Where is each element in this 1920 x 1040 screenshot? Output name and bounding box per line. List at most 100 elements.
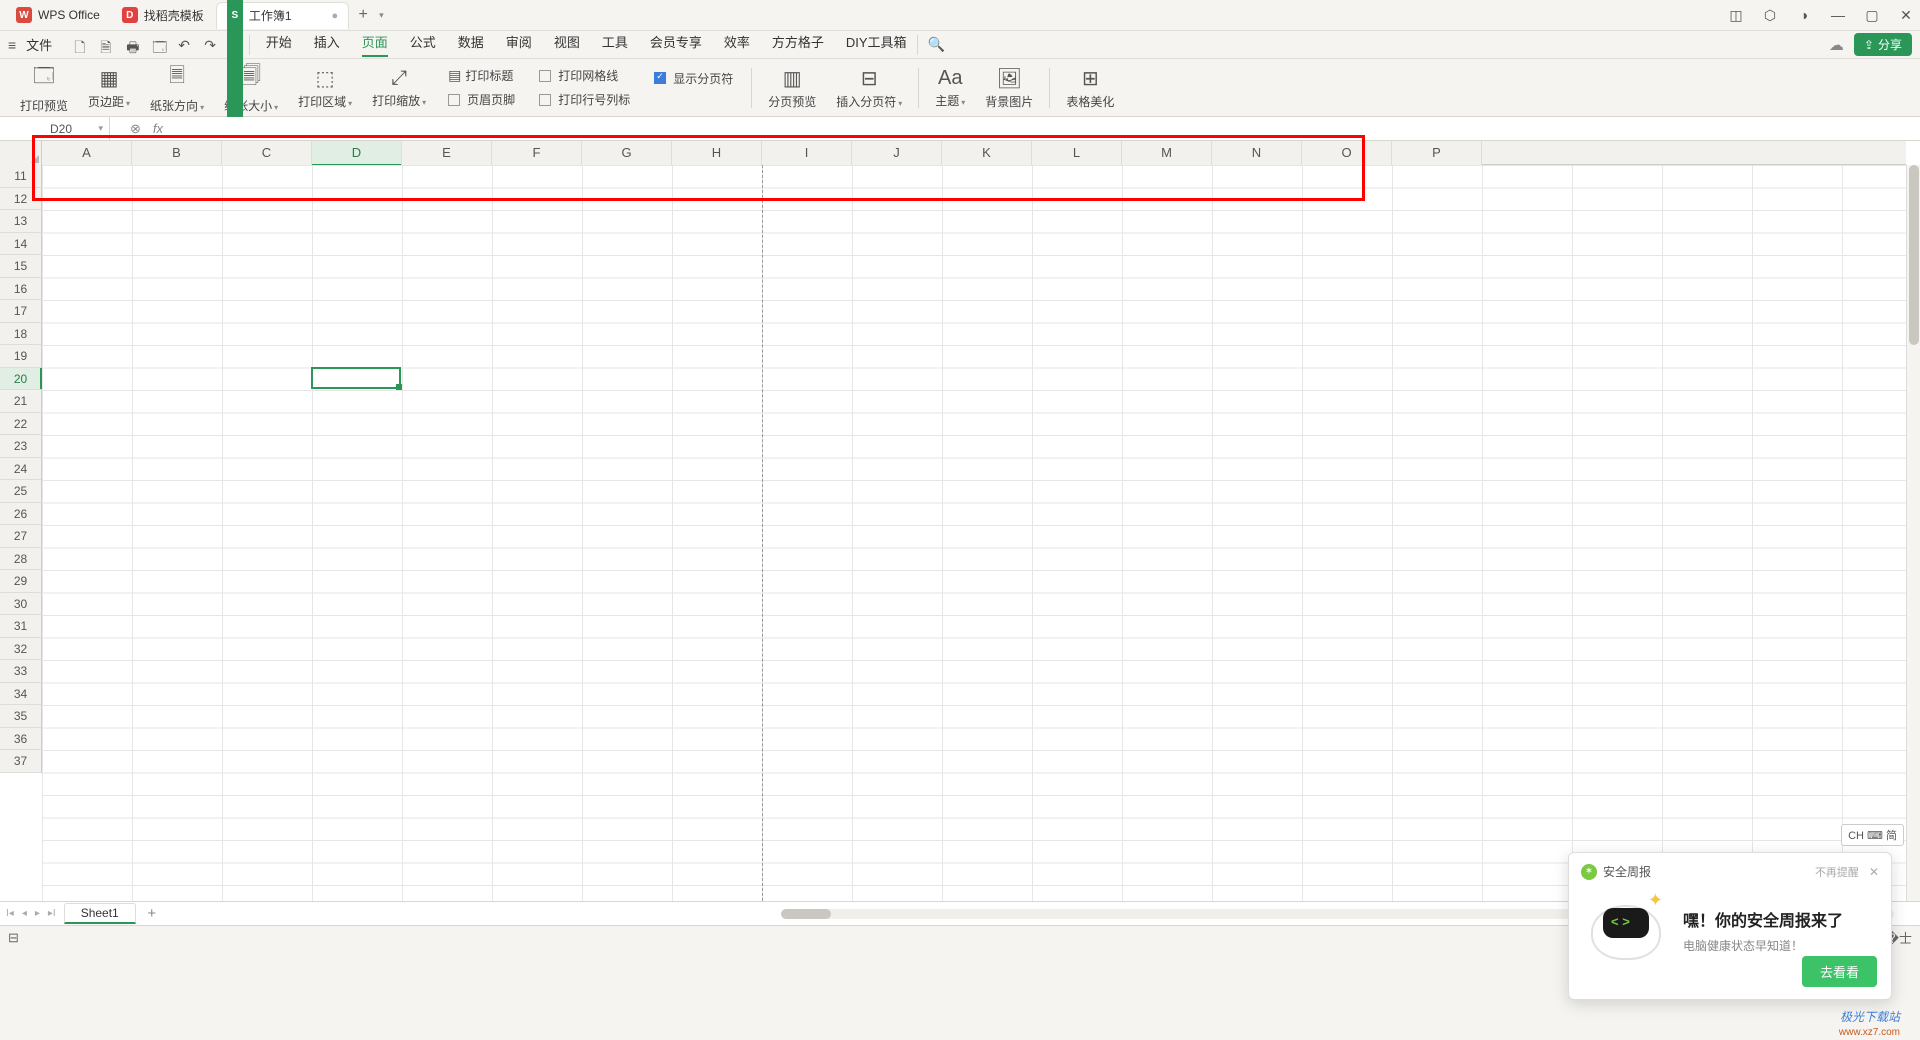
ribbon-tab-11[interactable]: DIY工具箱: [846, 32, 907, 57]
maximize-icon[interactable]: ▢: [1864, 7, 1880, 23]
search-icon[interactable]: 🔍: [928, 36, 945, 53]
vertical-scrollbar[interactable]: [1906, 165, 1920, 901]
ribbon-tab-5[interactable]: 审阅: [506, 32, 532, 57]
col-header-D[interactable]: D: [312, 141, 402, 165]
row-header-33[interactable]: 33: [0, 660, 41, 683]
col-header-B[interactable]: B: [132, 141, 222, 165]
col-header-N[interactable]: N: [1212, 141, 1302, 165]
tab-workbook[interactable]: S 工作簿1 ●: [216, 2, 349, 29]
ribbon-tab-9[interactable]: 效率: [724, 32, 750, 57]
popup-action-button[interactable]: 去看看: [1802, 956, 1877, 987]
undo-icon[interactable]: ↶: [178, 37, 194, 53]
user-avatar-icon[interactable]: ◑: [1796, 7, 1812, 23]
add-sheet-button[interactable]: +: [142, 905, 162, 922]
row-header-23[interactable]: 23: [0, 435, 41, 458]
row-header-24[interactable]: 24: [0, 458, 41, 481]
ribbon-tab-1[interactable]: 插入: [314, 32, 340, 57]
row-header-20[interactable]: 20: [0, 368, 41, 391]
print-scale-button[interactable]: ⤢打印缩放▾: [362, 67, 436, 109]
new-tab-button[interactable]: +: [351, 6, 375, 24]
window-snap-icon[interactable]: ◫: [1728, 7, 1744, 23]
theme-button[interactable]: Aa主题▾: [925, 67, 975, 109]
fx-icon[interactable]: fx: [153, 121, 163, 136]
ribbon-tab-3[interactable]: 公式: [410, 32, 436, 57]
sheet-nav-first[interactable]: I◂: [6, 908, 14, 919]
row-header-34[interactable]: 34: [0, 683, 41, 706]
save-icon[interactable]: 🗋: [74, 37, 90, 53]
grid[interactable]: [42, 165, 1906, 901]
sheet-tab[interactable]: Sheet1: [64, 903, 136, 924]
export-icon[interactable]: 🗎: [100, 37, 116, 53]
row-header-14[interactable]: 14: [0, 233, 41, 256]
col-header-O[interactable]: O: [1302, 141, 1392, 165]
col-header-K[interactable]: K: [942, 141, 1032, 165]
redo-icon[interactable]: ↷: [204, 37, 220, 53]
row-header-16[interactable]: 16: [0, 278, 41, 301]
row-header-29[interactable]: 29: [0, 570, 41, 593]
row-header-32[interactable]: 32: [0, 638, 41, 661]
row-header-19[interactable]: 19: [0, 345, 41, 368]
print-title-button[interactable]: ▤打印标题: [444, 65, 519, 86]
ribbon-tab-10[interactable]: 方方格子: [772, 32, 824, 57]
insert-pagebreak-button[interactable]: ⊟插入分页符▾: [826, 66, 912, 110]
file-menu[interactable]: 文件: [26, 35, 52, 54]
row-header-18[interactable]: 18: [0, 323, 41, 346]
close-icon[interactable]: ✕: [1869, 865, 1879, 879]
bg-image-button[interactable]: 🖼背景图片: [975, 66, 1043, 110]
ribbon-tab-4[interactable]: 数据: [458, 32, 484, 57]
row-header-31[interactable]: 31: [0, 615, 41, 638]
print-preview-icon[interactable]: 🗔: [152, 37, 168, 53]
sheet-nav-prev[interactable]: ◂: [22, 908, 27, 919]
ribbon-tab-2[interactable]: 页面: [362, 32, 388, 57]
ribbon-tab-8[interactable]: 会员专享: [650, 32, 702, 57]
ribbon-tab-6[interactable]: 视图: [554, 32, 580, 57]
cloud-icon[interactable]: ☁: [1829, 36, 1844, 54]
scroll-thumb[interactable]: [781, 909, 831, 919]
ribbon-tab-7[interactable]: 工具: [602, 32, 628, 57]
show-pagebreak-checkbox[interactable]: 显示分页符: [650, 68, 737, 89]
name-dropdown-icon[interactable]: ▾: [98, 123, 103, 134]
row-header-22[interactable]: 22: [0, 413, 41, 436]
tab-list-dropdown[interactable]: ▾: [379, 10, 384, 21]
status-menu-icon[interactable]: ⊟: [8, 930, 19, 946]
row-header-11[interactable]: 11: [0, 165, 41, 188]
cube-icon[interactable]: ⬡: [1762, 7, 1778, 23]
orientation-button[interactable]: 🗏纸张方向▾: [140, 61, 214, 114]
scroll-thumb[interactable]: [1909, 165, 1919, 345]
row-header-26[interactable]: 26: [0, 503, 41, 526]
tab-wps-office[interactable]: W WPS Office: [6, 2, 110, 29]
cancel-icon[interactable]: ⊗: [130, 121, 141, 137]
row-header-25[interactable]: 25: [0, 480, 41, 503]
name-box[interactable]: D20 ▾: [0, 117, 110, 140]
sheet-nav-last[interactable]: ▸I: [48, 908, 56, 919]
row-header-13[interactable]: 13: [0, 210, 41, 233]
col-header-H[interactable]: H: [672, 141, 762, 165]
col-header-I[interactable]: I: [762, 141, 852, 165]
col-header-P[interactable]: P: [1392, 141, 1482, 165]
header-footer-button[interactable]: 页眉页脚: [444, 89, 519, 110]
row-header-15[interactable]: 15: [0, 255, 41, 278]
row-header-12[interactable]: 12: [0, 188, 41, 211]
row-header-28[interactable]: 28: [0, 548, 41, 571]
table-beautify-button[interactable]: ⊞表格美化: [1056, 66, 1124, 110]
share-button[interactable]: ⇪ 分享: [1854, 33, 1912, 56]
print-icon[interactable]: 🖶: [126, 37, 142, 53]
col-header-M[interactable]: M: [1122, 141, 1212, 165]
pagebreak-preview-button[interactable]: ▥分页预览: [758, 66, 826, 110]
rowcol-checkbox[interactable]: 打印行号列标: [535, 89, 634, 110]
page-margin-button[interactable]: ▦页边距▾: [78, 66, 140, 110]
sheet-nav-next[interactable]: ▸: [35, 908, 40, 919]
minimize-icon[interactable]: —: [1830, 7, 1846, 23]
col-header-L[interactable]: L: [1032, 141, 1122, 165]
row-header-27[interactable]: 27: [0, 525, 41, 548]
col-header-J[interactable]: J: [852, 141, 942, 165]
col-header-F[interactable]: F: [492, 141, 582, 165]
dismiss-link[interactable]: 不再提醒: [1815, 864, 1859, 880]
col-header-C[interactable]: C: [222, 141, 312, 165]
row-header-17[interactable]: 17: [0, 300, 41, 323]
print-preview-button[interactable]: 🗔打印预览: [10, 61, 78, 114]
row-header-30[interactable]: 30: [0, 593, 41, 616]
ime-indicator[interactable]: CH ⌨ 简: [1841, 824, 1904, 846]
row-header-36[interactable]: 36: [0, 728, 41, 751]
paper-size-button[interactable]: 🗐纸张大小▾: [214, 61, 288, 114]
